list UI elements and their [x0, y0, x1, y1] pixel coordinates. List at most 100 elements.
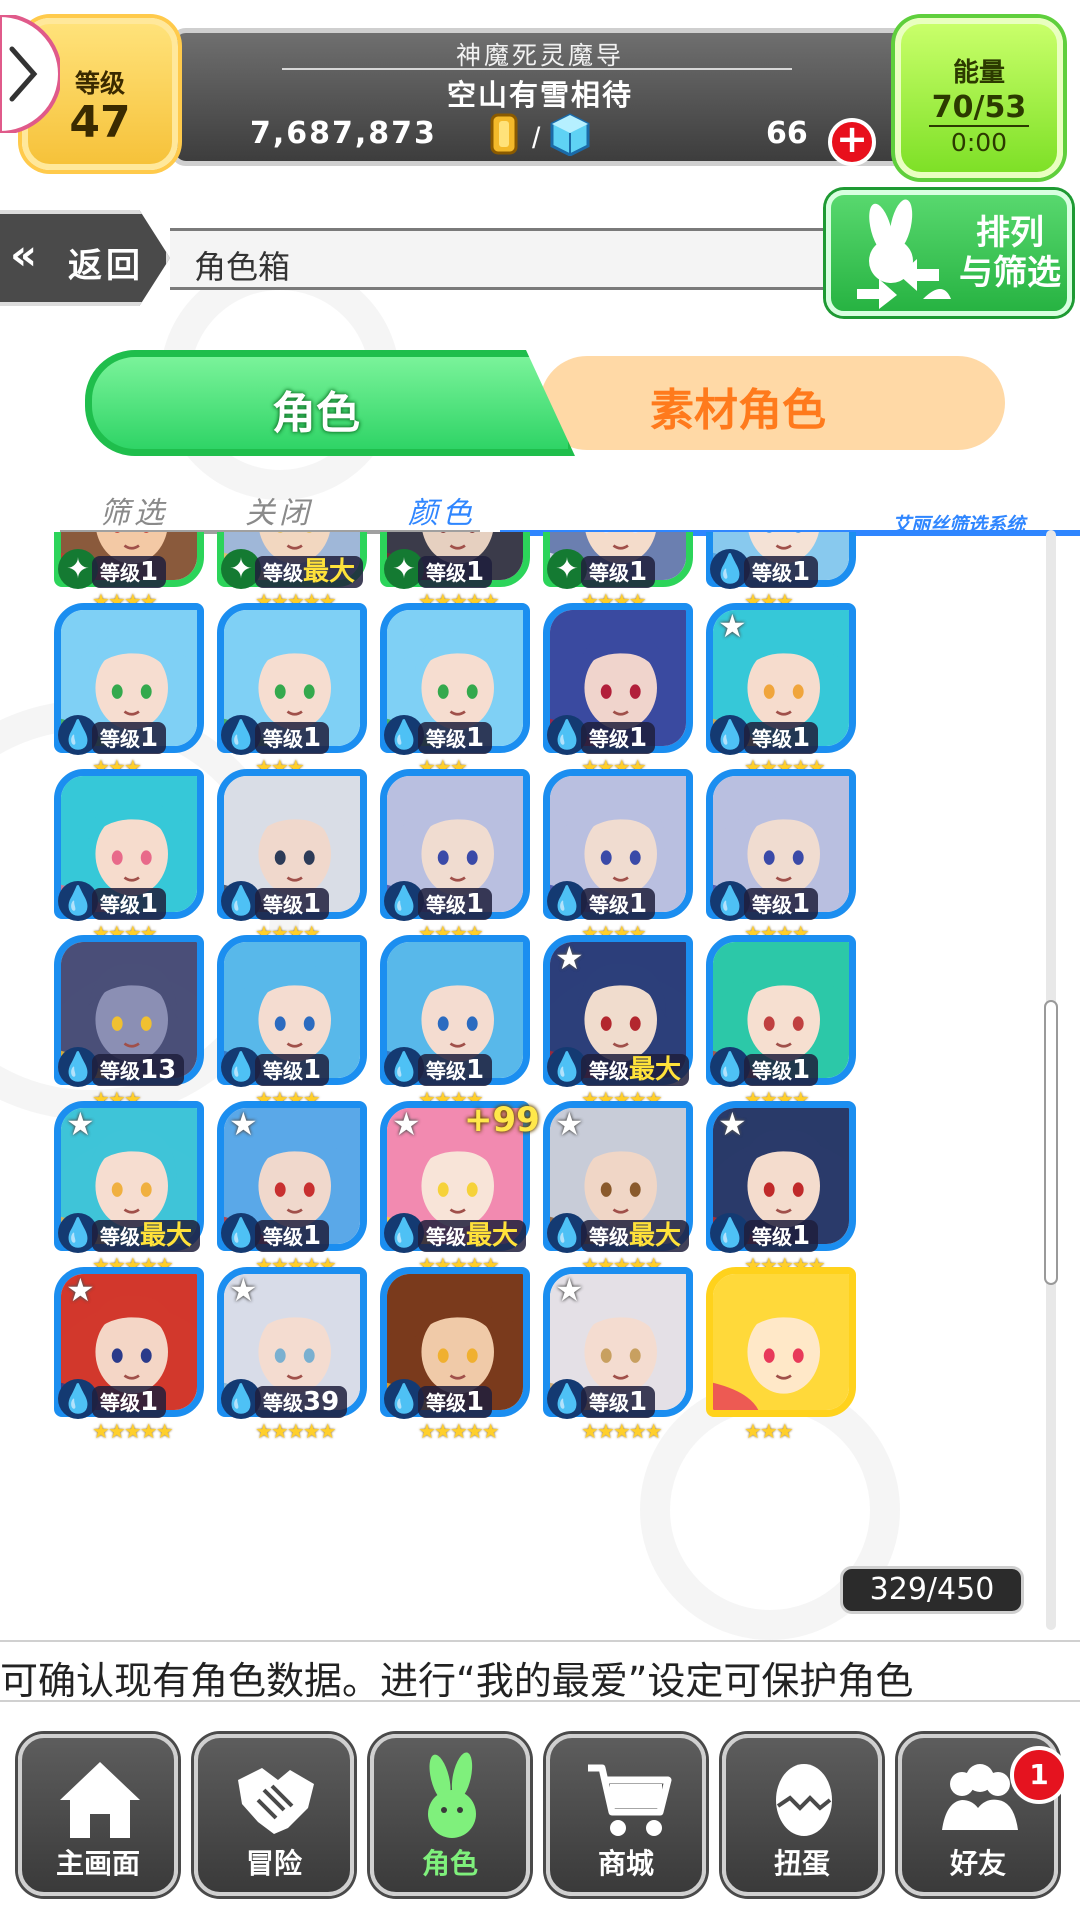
character-unit[interactable]: ★ 💧 等级1 ★★★★★ [692, 598, 864, 786]
character-unit[interactable]: 💧 等级1 ★★★★ [692, 764, 864, 952]
character-unit[interactable]: 💧 等级1 ★★★ [203, 598, 375, 786]
sort-label-line1: 排列 [976, 213, 1044, 253]
character-unit[interactable]: 💧 等级13 ★★★ [40, 930, 212, 1118]
rank-star-icon: ★ [718, 1105, 747, 1143]
add-gems-button[interactable]: + [828, 118, 876, 166]
character-unit[interactable]: 💧 等级1 ★★★★ [203, 930, 375, 1118]
sort-filter-label: 排列 与筛选 [951, 213, 1069, 293]
character-unit[interactable]: 💧 等级1 ★★★★ [40, 764, 212, 952]
unit-level-label: 等级 [589, 727, 629, 751]
character-unit[interactable]: 💧 等级1 ★★★★ [366, 930, 538, 1118]
character-unit[interactable]: 💧 等级1 ★★★ [366, 598, 538, 786]
page-title-bar: 角色箱 [170, 228, 845, 290]
unit-level-value: 最大 [140, 1221, 193, 1251]
nav-characters[interactable]: 角色 [370, 1734, 530, 1896]
character-unit[interactable]: 💧 等级1 ★★★★★ [366, 1262, 538, 1450]
side-menu-arrow-icon[interactable] [0, 15, 60, 133]
character-unit[interactable]: ★ 💧 等级1 ★★★★★ [692, 1096, 864, 1284]
cart-icon [588, 1764, 672, 1836]
character-unit[interactable]: 💧 等级1 ★★★★ [692, 930, 864, 1118]
filter-button[interactable]: 筛选 [100, 488, 168, 532]
unit-level-value: 1 [629, 723, 648, 753]
unit-rarity-stars: ★★★ [744, 1419, 794, 1443]
gold-coin-icon [490, 113, 518, 155]
tab-characters-label: 角色 [272, 388, 360, 439]
grid-scroll-thumb[interactable] [1044, 1000, 1058, 1285]
character-portrait [706, 1267, 856, 1417]
unit-level: 等级1 [744, 1220, 819, 1252]
character-unit[interactable]: ★ +99 💧 等级最大 ★★★★★ [366, 1096, 540, 1284]
unit-level-label: 等级 [263, 1225, 303, 1249]
status-bar: 等级 47 神魔死灵魔导 空山有雪相待 7,687,873 / 66 + 能量 … [0, 0, 1080, 178]
unit-level-value: 1 [303, 1055, 322, 1085]
character-unit[interactable]: ★ 💧 等级1 ★★★★★ [529, 1262, 701, 1450]
character-unit[interactable]: ★ 💧 等级39 ★★★★★ [203, 1262, 375, 1450]
unit-level: 等级最大 [92, 1220, 201, 1252]
rank-star-icon: ★ [718, 607, 747, 645]
friends-notification-badge: 1 [1010, 1746, 1068, 1804]
unit-level: 等级1 [744, 722, 819, 754]
unit-level-label: 等级 [263, 1059, 303, 1083]
unit-level-label: 等级 [426, 1225, 466, 1249]
unit-level: 等级1 [255, 888, 330, 920]
back-button[interactable]: « 返回 [0, 210, 170, 306]
energy-box[interactable]: 能量 70/53 0:00 [895, 18, 1063, 178]
character-unit[interactable]: 💧 等级1 ★★★ [40, 598, 212, 786]
character-art-image [713, 1274, 849, 1410]
unit-level-label: 等级 [426, 561, 466, 585]
unit-level: 等级最大 [418, 1220, 527, 1252]
character-unit[interactable]: 💧 等级1 ★★★★ [529, 598, 701, 786]
unit-level: 等级最大 [255, 556, 364, 588]
unit-level-label: 等级 [426, 893, 466, 917]
unit-level: 等级1 [418, 722, 493, 754]
unit-level-value: 1 [140, 723, 159, 753]
character-unit[interactable]: ★ 💧 等级最大 ★★★★★ [40, 1096, 212, 1284]
currency-separator: / [532, 122, 541, 155]
character-unit[interactable]: 💧 等级1 ★★★★ [529, 764, 701, 952]
currency-icons: / [488, 112, 598, 157]
unit-level-label: 等级 [589, 1059, 629, 1083]
energy-value: 70/53 [929, 91, 1029, 127]
tab-material-characters[interactable]: 素材角色 [540, 356, 1005, 450]
home-icon [60, 1762, 140, 1838]
nav-shop[interactable]: 商城 [546, 1734, 706, 1896]
unit-level-label: 等级 [263, 727, 303, 751]
character-grid: ✦ 等级1 ★★★★ ✦ 等级最大 ★★★★★ ✦ 等级1 ★★★★★ ✦ 等级1 ★★★★ 💧 等级1 ★… [40, 532, 1038, 1622]
nav-home[interactable]: 主画面 [18, 1734, 178, 1896]
filter-color-button[interactable]: 颜色 [408, 488, 476, 532]
character-unit[interactable]: ★ 💧 等级最大 ★★★★★ [529, 930, 701, 1118]
character-unit[interactable]: ★ 💧 等级1 ★★★★★ [203, 1096, 375, 1284]
nav-friends-label: 好友 [949, 1847, 1006, 1880]
unit-level: 等级1 [418, 888, 493, 920]
character-unit[interactable]: ★★★ [692, 1262, 864, 1450]
rank-star-icon: ★ [66, 1271, 95, 1309]
unit-rarity-stars: ★★★★★ [255, 1419, 337, 1443]
unit-level-label: 等级 [100, 1391, 140, 1415]
unit-level-value: 1 [792, 889, 811, 919]
sort-filter-button[interactable]: 排列 与筛选 [826, 190, 1072, 316]
unit-level-label: 等级 [752, 1059, 792, 1083]
hint-ticker: 可确认现有角色数据。进行“我的最爱”设定可保护角色 [0, 1640, 1080, 1702]
player-name: 空山有雪相待 [446, 78, 633, 112]
unit-level-value: 最大 [629, 1055, 682, 1085]
unit-level-value: 1 [303, 723, 322, 753]
energy-label: 能量 [952, 58, 1005, 88]
filter-close-button[interactable]: 关闭 [245, 488, 313, 532]
unit-level-value: 1 [792, 1221, 811, 1251]
egg-icon [776, 1764, 832, 1836]
gem-count: 66 [766, 116, 808, 151]
unit-level-label: 等级 [100, 561, 140, 585]
character-unit[interactable]: ★ 💧 等级1 ★★★★★ [40, 1262, 212, 1450]
nav-gacha[interactable]: 扭蛋 [722, 1734, 882, 1896]
rank-star-icon: ★ [555, 1271, 584, 1309]
unit-level: 等级1 [255, 1054, 330, 1086]
character-unit[interactable]: 💧 等级1 ★★★★ [366, 764, 538, 952]
unit-level-label: 等级 [752, 893, 792, 917]
character-unit[interactable]: 💧 等级1 ★★★★ [203, 764, 375, 952]
nav-adventure[interactable]: 冒险 [194, 1734, 354, 1896]
rank-star-icon: ★ [229, 1271, 258, 1309]
tab-characters[interactable]: 角色 [85, 350, 575, 456]
character-unit[interactable]: ★ 💧 等级最大 ★★★★★ [529, 1096, 701, 1284]
unit-level-value: 1 [629, 1387, 648, 1417]
unit-level-label: 等级 [263, 561, 303, 585]
